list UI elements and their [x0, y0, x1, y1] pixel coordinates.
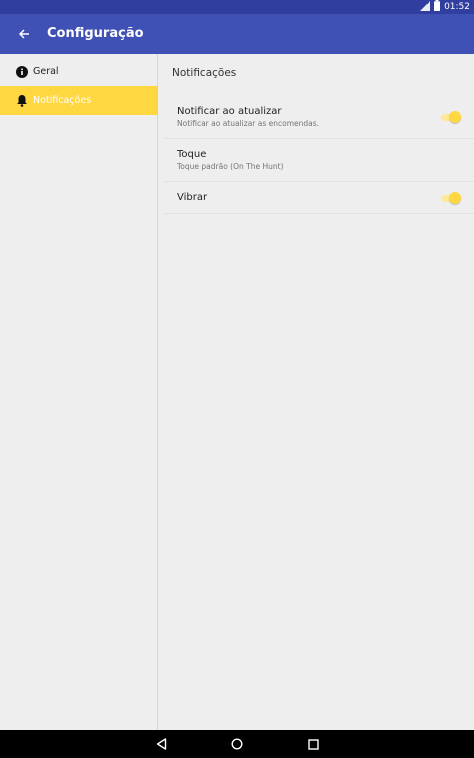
navigation-bar	[0, 730, 474, 758]
back-triangle-icon	[156, 738, 166, 750]
arrow-back-icon	[18, 29, 29, 39]
back-button[interactable]	[12, 22, 36, 46]
status-icons: 01:52	[420, 0, 470, 14]
signal-icon	[420, 0, 431, 14]
bell-icon	[15, 94, 28, 107]
nav-recents-button[interactable]	[305, 736, 321, 752]
switch-thumb	[449, 192, 461, 204]
panel-title: Notificações	[172, 67, 237, 79]
sidebar: Geral Notificações	[0, 54, 158, 730]
recents-square-icon	[307, 738, 319, 750]
pref-summary: Notificar ao atualizar as encomendas.	[177, 119, 320, 128]
pref-summary: Toque padrão (On The Hunt)	[177, 162, 284, 171]
status-time: 01:52	[444, 2, 470, 12]
pref-title: Notificar ao atualizar	[177, 106, 282, 117]
vibrate-toggle[interactable]	[439, 192, 461, 204]
pref-notificar-ao-atualizar[interactable]: Notificar ao atualizar Notificar ao atua…	[164, 97, 474, 139]
pref-vibrar[interactable]: Vibrar	[164, 182, 474, 214]
notify-toggle[interactable]	[439, 111, 461, 123]
pref-toque[interactable]: Toque Toque padrão (On The Hunt)	[164, 139, 474, 182]
battery-icon	[434, 0, 441, 14]
status-bar: 01:52	[0, 0, 474, 14]
preferences-panel: Notificações Notificar ao atualizar Noti…	[159, 54, 474, 730]
page-title: Configuração	[47, 26, 144, 41]
pref-title: Vibrar	[177, 192, 208, 203]
sidebar-item-label: Notificações	[33, 95, 92, 106]
sidebar-item-geral[interactable]: Geral	[0, 57, 158, 86]
pref-title: Toque	[177, 149, 207, 160]
home-circle-icon	[231, 738, 243, 750]
content-area: Geral Notificações Notificações Notifica…	[0, 54, 474, 730]
nav-back-button[interactable]	[153, 736, 169, 752]
app-bar: Configuração	[0, 14, 474, 54]
sidebar-item-label: Geral	[33, 66, 59, 77]
sidebar-item-notificacoes[interactable]: Notificações	[0, 86, 158, 115]
switch-thumb	[449, 111, 461, 123]
info-icon	[15, 65, 28, 78]
nav-home-button[interactable]	[229, 736, 245, 752]
